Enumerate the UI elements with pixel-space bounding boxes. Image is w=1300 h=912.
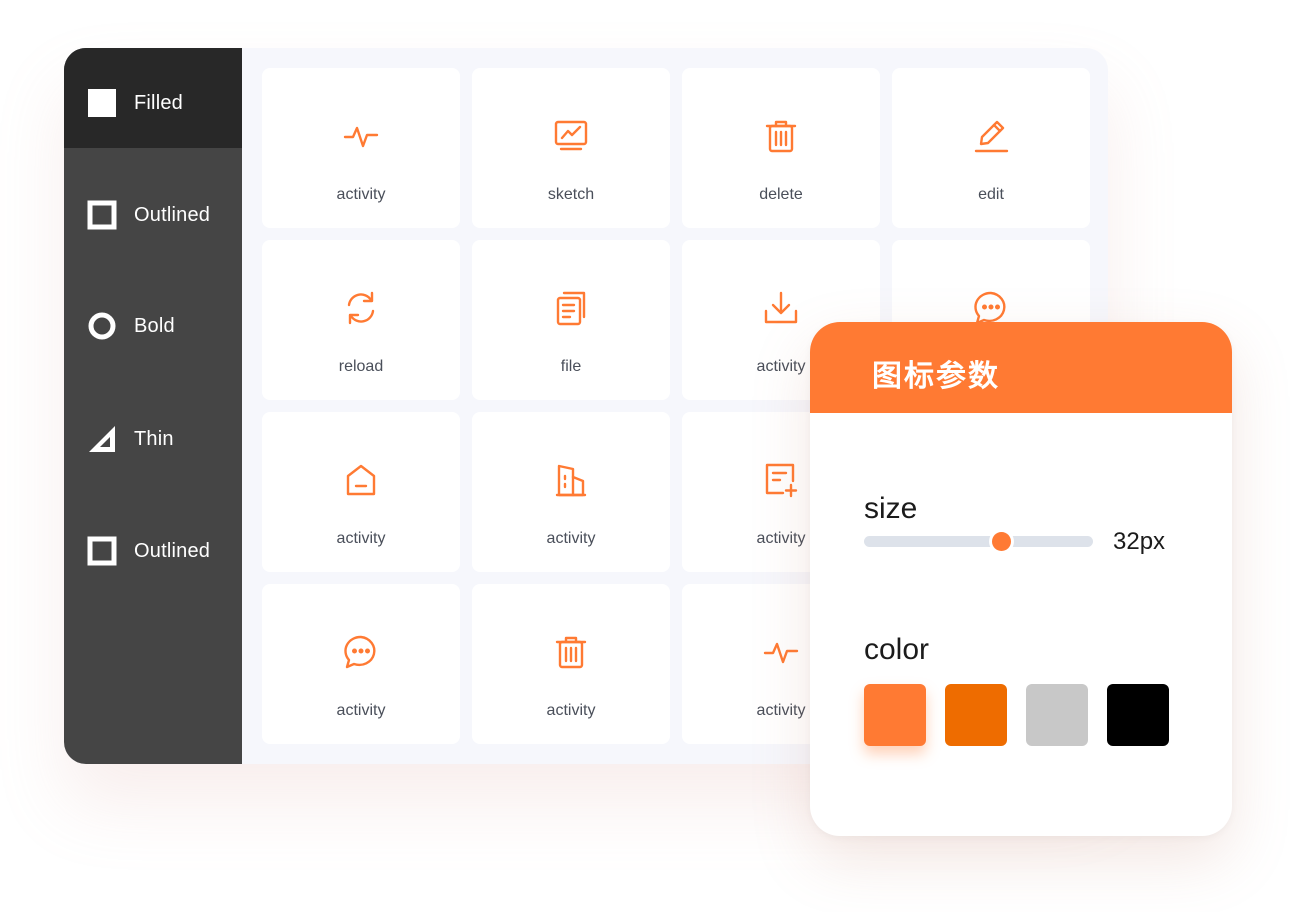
icon-tile-chat-2[interactable]: activity xyxy=(262,584,460,744)
icon-tile-label: activity xyxy=(546,530,596,547)
chat-icon xyxy=(344,635,376,669)
filled-square-icon xyxy=(88,89,116,117)
icon-tile-label: activity xyxy=(336,702,386,719)
icon-tile-building[interactable]: activity xyxy=(472,412,670,572)
sidebar-item-thin[interactable]: Thin xyxy=(64,372,242,472)
outlined-square-icon xyxy=(87,200,117,230)
ring-icon xyxy=(88,312,116,340)
icon-tile-label: activity xyxy=(336,186,386,203)
icon-tile-reload[interactable]: reload xyxy=(262,240,460,400)
triangle-ruler-icon xyxy=(89,426,115,452)
outlined-square-icon xyxy=(87,536,117,566)
size-value: 32px xyxy=(1113,528,1166,555)
color-label: color xyxy=(864,633,930,666)
icon-tile-activity[interactable]: activity xyxy=(262,68,460,228)
color-swatch-black[interactable] xyxy=(1107,684,1169,746)
icon-tile-label: activity xyxy=(546,702,596,719)
home-icon xyxy=(346,464,376,496)
icon-tile-label: reload xyxy=(338,358,384,375)
activity-icon xyxy=(343,126,379,148)
icon-tile-delete[interactable]: delete xyxy=(682,68,880,228)
icon-tile-label: activity xyxy=(336,530,386,547)
icon-tile-label: file xyxy=(560,358,582,375)
sidebar-item-outlined[interactable]: Outlined xyxy=(64,148,242,248)
sidebar-item-label: Bold xyxy=(134,315,175,337)
icon-tile-edit[interactable]: edit xyxy=(892,68,1090,228)
icon-tile-label: delete xyxy=(759,186,803,203)
icon-tile-label: edit xyxy=(978,186,1004,203)
sketch-chart-icon xyxy=(554,120,588,151)
icon-settings-panel: 图标参数 size 32px color xyxy=(810,322,1232,836)
building-icon xyxy=(555,464,587,497)
icon-tile-home[interactable]: activity xyxy=(262,412,460,572)
size-slider[interactable] xyxy=(864,532,1093,551)
sidebar-item-filled[interactable]: Filled xyxy=(64,48,242,148)
activity-icon xyxy=(763,642,799,664)
note-add-icon xyxy=(765,463,798,498)
size-slider-thumb[interactable] xyxy=(991,532,1011,551)
color-swatch-orange[interactable] xyxy=(864,684,926,746)
sidebar-item-label: Outlined xyxy=(134,540,211,562)
panel-title: 图标参数 xyxy=(872,360,1000,393)
color-swatch-dark-orange[interactable] xyxy=(945,684,1007,746)
icon-tile-sketch[interactable]: sketch xyxy=(472,68,670,228)
chat-icon xyxy=(974,291,1006,325)
trash-icon xyxy=(555,636,587,669)
size-label: size xyxy=(864,492,918,525)
icon-tile-delete-2[interactable]: activity xyxy=(472,584,670,744)
sidebar-item-label: Filled xyxy=(134,92,183,114)
sidebar-item-bold[interactable]: Bold xyxy=(64,260,242,360)
trash-icon xyxy=(765,120,797,153)
file-icon xyxy=(556,291,586,326)
sidebar-item-label: Thin xyxy=(134,428,174,450)
sidebar-item-label: Outlined xyxy=(134,204,211,226)
panel-header: 图标参数 xyxy=(810,322,1232,413)
color-swatch-gray[interactable] xyxy=(1026,684,1088,746)
sidebar-item-outlined-2[interactable]: Outlined xyxy=(64,484,242,584)
icon-tile-file[interactable]: file xyxy=(472,240,670,400)
style-sidebar: Filled Outlined Bold Thin Outlined xyxy=(64,48,242,764)
download-icon xyxy=(764,291,798,324)
pencil-icon xyxy=(974,120,1009,153)
icon-tile-label: sketch xyxy=(547,186,595,203)
reload-icon xyxy=(347,291,375,325)
